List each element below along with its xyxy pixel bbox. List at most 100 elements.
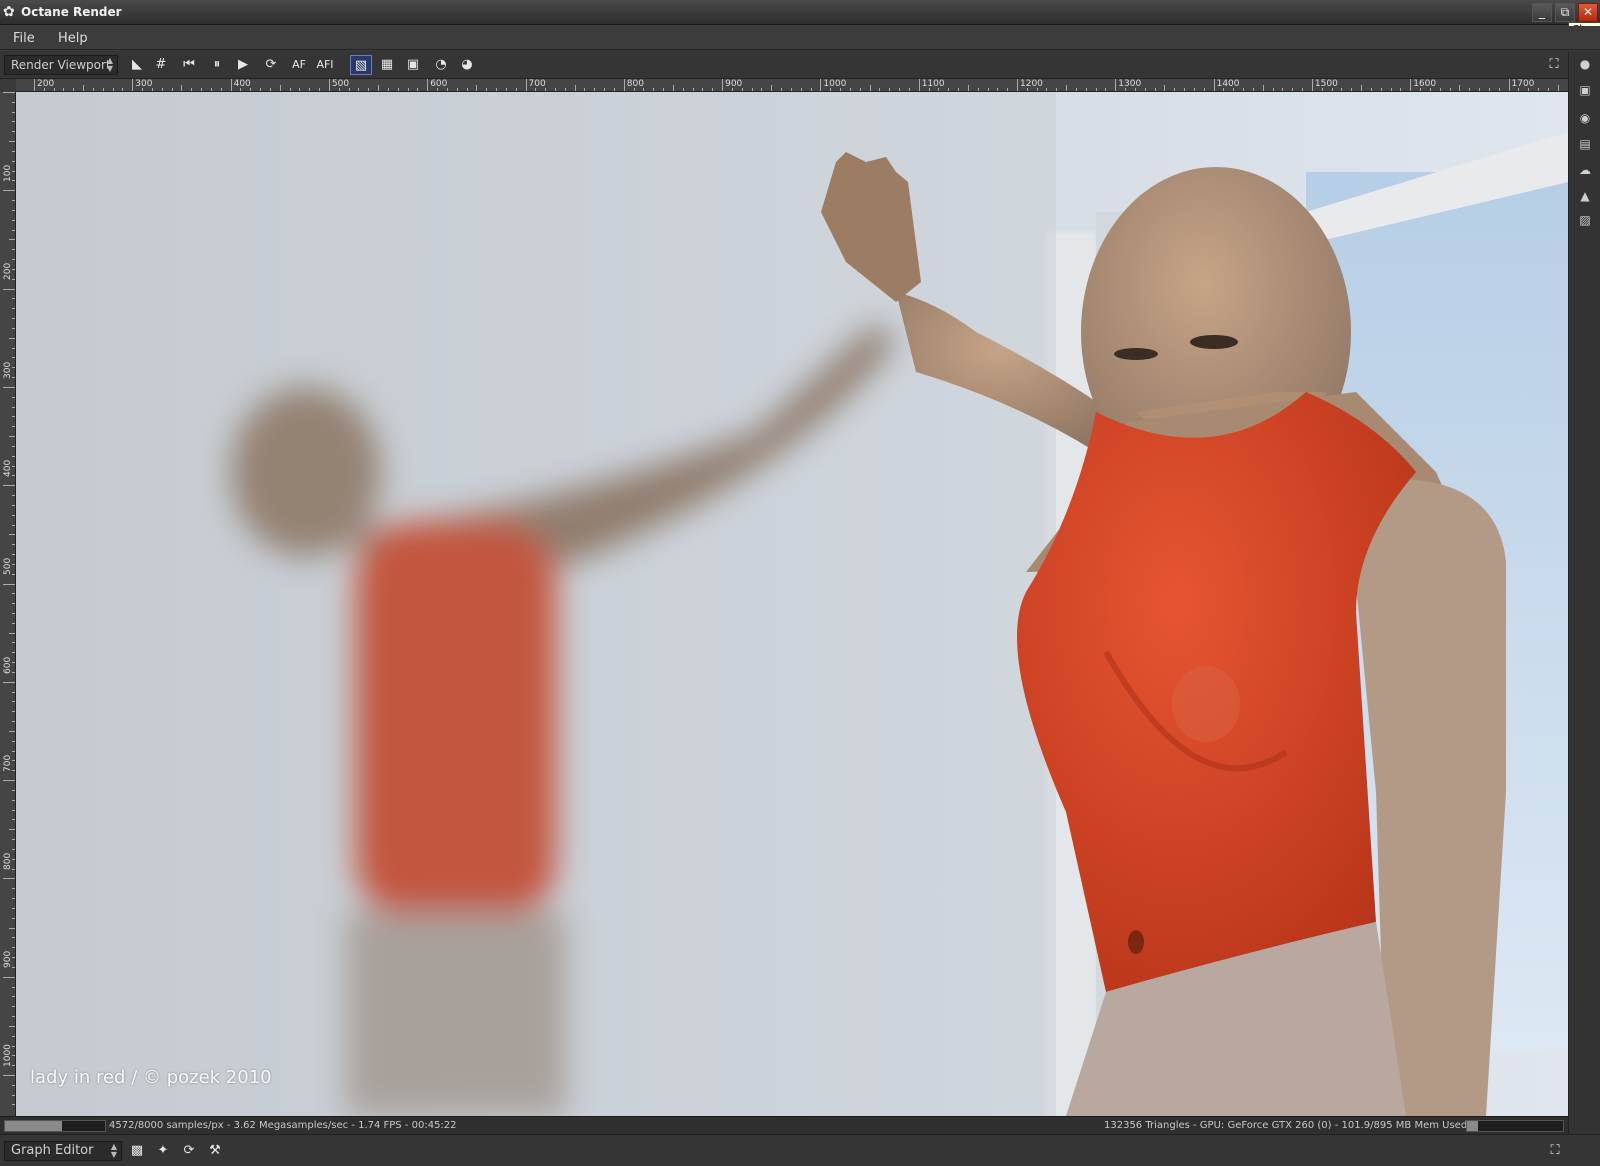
pause-icon[interactable]: ⏸ [206, 55, 228, 75]
ruler-tick [12, 1035, 15, 1037]
ruler-tick [12, 209, 15, 211]
ruler-tick [1066, 85, 1068, 91]
reload-node-icon[interactable]: ⟳ [178, 1141, 200, 1161]
camera-icon[interactable]: ◉ [1576, 109, 1594, 127]
ruler-tick [879, 88, 881, 91]
alpha-checker-icon[interactable]: ▦ [376, 55, 398, 75]
unlock-view-icon[interactable]: ◕ [456, 55, 478, 75]
ruler-tick [12, 327, 15, 329]
ruler-tick [476, 85, 478, 91]
close-button[interactable]: ✕ [1578, 3, 1598, 22]
ruler-tick [1370, 88, 1372, 91]
clay-mode-icon[interactable]: ▣ [402, 55, 424, 75]
restart-icon[interactable]: ⏮ [178, 55, 200, 75]
ruler-tick [505, 88, 507, 91]
ruler-tick [3, 780, 15, 782]
ruler-tick [387, 88, 389, 91]
ruler-tick [1547, 88, 1549, 91]
ruler-tick [948, 88, 950, 91]
title-bar: ✿ Octane Render _ ⧉ ✕ [0, 0, 1600, 25]
ruler-tick [210, 88, 212, 91]
ruler-tick [12, 986, 15, 988]
ruler-tick [3, 386, 15, 388]
ruler-tick [12, 111, 15, 113]
material-icon[interactable]: ▤ [1576, 135, 1594, 153]
ruler-tick [3, 288, 15, 290]
ruler-tick [977, 88, 979, 91]
ruler-tick [12, 642, 15, 644]
ruler-label: 1100 [921, 79, 945, 89]
ruler-tick [1105, 88, 1107, 91]
graph-editor-bar: Graph Editor ▲ ▼ ▩ ✦ ⟳ ⚒ ⛶ [0, 1134, 1600, 1166]
grid-icon[interactable]: # [150, 55, 172, 75]
node-graph-icon[interactable]: ▩ [126, 1141, 148, 1161]
ruler-tick [849, 88, 851, 91]
ruler-tick [34, 79, 35, 91]
maximize-button[interactable]: ⧉ [1555, 3, 1575, 22]
ruler-tick [1410, 79, 1412, 91]
add-node-icon[interactable]: ✦ [152, 1141, 174, 1161]
ruler-tick [1075, 88, 1077, 91]
ruler-tick [3, 878, 15, 880]
ruler-tick [3, 92, 15, 93]
ruler-label: 700 [3, 754, 13, 772]
pick-focus-icon[interactable]: ◣ [126, 55, 148, 75]
render-target-icon[interactable]: ▣ [1576, 81, 1594, 99]
ruler-tick [12, 907, 15, 909]
ruler-tick [12, 150, 15, 152]
editor-select[interactable]: Graph Editor ▲ ▼ [4, 1141, 122, 1161]
ruler-tick [9, 1025, 15, 1027]
ruler-label: 100 [3, 164, 13, 182]
settings-dot-icon[interactable]: ● [1576, 55, 1594, 73]
image-icon[interactable]: ▲ [1576, 187, 1594, 205]
kernel-icon[interactable]: ▨ [1576, 211, 1594, 229]
ruler-tick [191, 88, 193, 91]
ruler-tick [918, 79, 920, 91]
menu-file[interactable]: File [13, 31, 35, 46]
ruler-tick [12, 1104, 15, 1106]
viewport-select[interactable]: Render Viewport ▲ ▼ [4, 55, 118, 75]
menu-help[interactable]: Help [58, 31, 88, 46]
ruler-tick [3, 1075, 15, 1076]
ruler-tick [83, 85, 85, 91]
ruler-tick [899, 88, 901, 91]
ruler-label: 1400 [1216, 79, 1240, 89]
editor-fullscreen-icon[interactable]: ⛶ [1544, 1141, 1566, 1161]
ruler-tick [1400, 88, 1402, 91]
ruler-tick [12, 593, 15, 595]
ruler-tick [3, 485, 15, 487]
start-icon[interactable]: ▶ [232, 55, 254, 75]
ruler-tick [397, 88, 399, 91]
environment-icon[interactable]: ☁ [1576, 161, 1594, 179]
ruler-tick [820, 79, 822, 91]
ruler-tick [358, 88, 360, 91]
minimize-button[interactable]: _ [1532, 3, 1552, 22]
ruler-tick [12, 888, 15, 890]
ruler-tick [9, 632, 15, 634]
ruler-tick [1449, 88, 1451, 91]
auto-focus-icon[interactable]: AF [288, 55, 310, 75]
render-viewport[interactable]: lady in red / © pozek 2010 [16, 92, 1568, 1116]
ruler-tick [1557, 85, 1559, 91]
ruler-tick [12, 819, 15, 821]
tool-node-icon[interactable]: ⚒ [204, 1141, 226, 1161]
ruler-tick [722, 79, 724, 91]
refresh-icon[interactable]: ⟳ [260, 55, 282, 75]
ruler-tick [368, 88, 370, 91]
ruler-tick [1537, 88, 1539, 91]
ruler-tick [496, 88, 497, 91]
ruler-tick [613, 88, 615, 91]
auto-focus-i-icon[interactable]: AFI [314, 55, 336, 75]
ruler-tick [1311, 79, 1313, 91]
region-render-icon[interactable]: ▧ [350, 55, 372, 75]
ruler-tick [3, 681, 15, 683]
ruler-tick [1292, 88, 1294, 91]
ruler-tick [12, 229, 15, 231]
ruler-tick [12, 1016, 15, 1018]
ruler-tick [12, 848, 15, 850]
ruler-tick [63, 88, 65, 91]
ruler-tick [12, 691, 15, 693]
ruler-tick [3, 976, 15, 978]
fullscreen-icon[interactable]: ⛶ [1543, 55, 1565, 75]
lock-view-icon[interactable]: ◔ [430, 55, 452, 75]
